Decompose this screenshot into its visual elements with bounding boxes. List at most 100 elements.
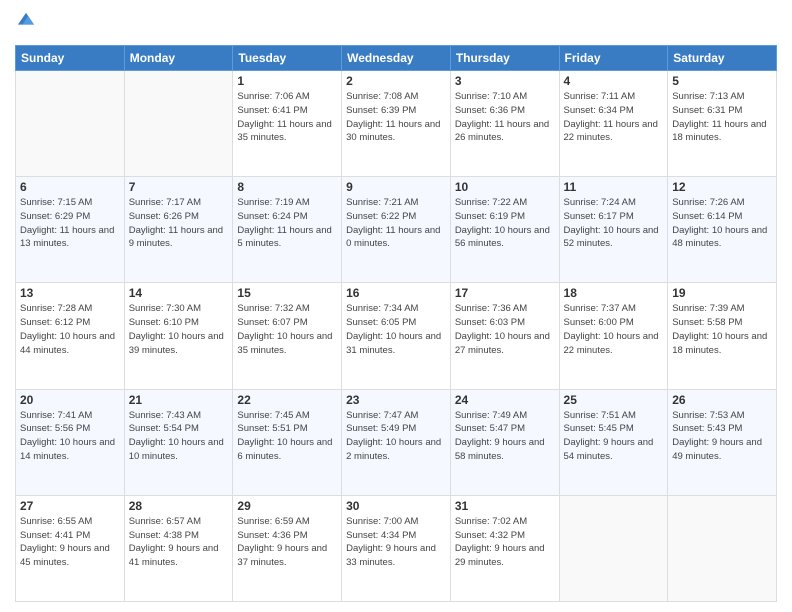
calendar-cell: 29 Sunrise: 6:59 AM Sunset: 4:36 PM Dayli… xyxy=(233,495,342,601)
day-number: 14 xyxy=(129,286,229,300)
day-number: 2 xyxy=(346,74,446,88)
day-number: 28 xyxy=(129,499,229,513)
day-number: 30 xyxy=(346,499,446,513)
day-number: 21 xyxy=(129,393,229,407)
day-info: Sunrise: 7:30 AM Sunset: 6:10 PM Dayligh… xyxy=(129,302,229,357)
day-info: Sunrise: 7:34 AM Sunset: 6:05 PM Dayligh… xyxy=(346,302,446,357)
day-number: 24 xyxy=(455,393,555,407)
logo-icon xyxy=(15,10,37,32)
day-info: Sunrise: 7:32 AM Sunset: 6:07 PM Dayligh… xyxy=(237,302,337,357)
day-info: Sunrise: 7:08 AM Sunset: 6:39 PM Dayligh… xyxy=(346,90,446,145)
day-info: Sunrise: 6:59 AM Sunset: 4:36 PM Dayligh… xyxy=(237,515,337,570)
day-number: 26 xyxy=(672,393,772,407)
day-info: Sunrise: 7:13 AM Sunset: 6:31 PM Dayligh… xyxy=(672,90,772,145)
day-header-tuesday: Tuesday xyxy=(233,46,342,71)
calendar-cell: 12 Sunrise: 7:26 AM Sunset: 6:14 PM Dayli… xyxy=(668,177,777,283)
header xyxy=(15,10,777,37)
day-number: 19 xyxy=(672,286,772,300)
day-info: Sunrise: 7:02 AM Sunset: 4:32 PM Dayligh… xyxy=(455,515,555,570)
calendar-cell: 14 Sunrise: 7:30 AM Sunset: 6:10 PM Dayli… xyxy=(124,283,233,389)
calendar-cell: 6 Sunrise: 7:15 AM Sunset: 6:29 PM Daylig… xyxy=(16,177,125,283)
page: SundayMondayTuesdayWednesdayThursdayFrid… xyxy=(0,0,792,612)
week-row-1: 1 Sunrise: 7:06 AM Sunset: 6:41 PM Daylig… xyxy=(16,71,777,177)
day-header-saturday: Saturday xyxy=(668,46,777,71)
day-number: 17 xyxy=(455,286,555,300)
day-number: 10 xyxy=(455,180,555,194)
calendar-cell xyxy=(559,495,668,601)
calendar-cell: 23 Sunrise: 7:47 AM Sunset: 5:49 PM Dayli… xyxy=(342,389,451,495)
calendar-cell: 13 Sunrise: 7:28 AM Sunset: 6:12 PM Dayli… xyxy=(16,283,125,389)
day-header-friday: Friday xyxy=(559,46,668,71)
calendar-cell: 16 Sunrise: 7:34 AM Sunset: 6:05 PM Dayli… xyxy=(342,283,451,389)
day-header-sunday: Sunday xyxy=(16,46,125,71)
calendar-cell: 21 Sunrise: 7:43 AM Sunset: 5:54 PM Dayli… xyxy=(124,389,233,495)
calendar-cell: 26Sunrise: 7:53 AM Sunset: 5:43 PM Dayli… xyxy=(668,389,777,495)
day-number: 29 xyxy=(237,499,337,513)
calendar-cell: 5 Sunrise: 7:13 AM Sunset: 6:31 PM Daylig… xyxy=(668,71,777,177)
calendar-cell: 7 Sunrise: 7:17 AM Sunset: 6:26 PM Daylig… xyxy=(124,177,233,283)
week-row-3: 13 Sunrise: 7:28 AM Sunset: 6:12 PM Dayli… xyxy=(16,283,777,389)
day-number: 13 xyxy=(20,286,120,300)
day-number: 20 xyxy=(20,393,120,407)
day-info: Sunrise: 7:24 AM Sunset: 6:17 PM Dayligh… xyxy=(564,196,664,251)
day-number: 8 xyxy=(237,180,337,194)
day-info: Sunrise: 7:28 AM Sunset: 6:12 PM Dayligh… xyxy=(20,302,120,357)
day-number: 6 xyxy=(20,180,120,194)
day-number: 22 xyxy=(237,393,337,407)
calendar-cell: 28Sunrise: 6:57 AM Sunset: 4:38 PM Dayli… xyxy=(124,495,233,601)
day-number: 16 xyxy=(346,286,446,300)
day-number: 7 xyxy=(129,180,229,194)
day-info: Sunrise: 7:49 AM Sunset: 5:47 PM Dayligh… xyxy=(455,409,555,464)
calendar-cell xyxy=(16,71,125,177)
calendar-cell xyxy=(668,495,777,601)
day-info: Sunrise: 7:00 AM Sunset: 4:34 PM Dayligh… xyxy=(346,515,446,570)
logo xyxy=(15,10,39,37)
calendar-cell: 8 Sunrise: 7:19 AM Sunset: 6:24 PM Daylig… xyxy=(233,177,342,283)
day-info: Sunrise: 7:36 AM Sunset: 6:03 PM Dayligh… xyxy=(455,302,555,357)
day-number: 18 xyxy=(564,286,664,300)
day-header-thursday: Thursday xyxy=(450,46,559,71)
calendar-cell: 18 Sunrise: 7:37 AM Sunset: 6:00 PM Dayli… xyxy=(559,283,668,389)
day-info: Sunrise: 7:19 AM Sunset: 6:24 PM Dayligh… xyxy=(237,196,337,251)
day-info: Sunrise: 7:06 AM Sunset: 6:41 PM Dayligh… xyxy=(237,90,337,145)
week-row-5: 27 Sunrise: 6:55 AM Sunset: 4:41 PM Dayli… xyxy=(16,495,777,601)
calendar-cell: 3 Sunrise: 7:10 AM Sunset: 6:36 PM Daylig… xyxy=(450,71,559,177)
day-header-wednesday: Wednesday xyxy=(342,46,451,71)
day-number: 23 xyxy=(346,393,446,407)
calendar-cell: 20 Sunrise: 7:41 AM Sunset: 5:56 PM Dayli… xyxy=(16,389,125,495)
day-number: 27 xyxy=(20,499,120,513)
calendar-cell: 4 Sunrise: 7:11 AM Sunset: 6:34 PM Daylig… xyxy=(559,71,668,177)
day-number: 5 xyxy=(672,74,772,88)
calendar-cell: 1 Sunrise: 7:06 AM Sunset: 6:41 PM Daylig… xyxy=(233,71,342,177)
day-number: 12 xyxy=(672,180,772,194)
calendar-cell: 9 Sunrise: 7:21 AM Sunset: 6:22 PM Daylig… xyxy=(342,177,451,283)
day-info: Sunrise: 7:45 AM Sunset: 5:51 PM Dayligh… xyxy=(237,409,337,464)
day-info: Sunrise: 7:26 AM Sunset: 6:14 PM Dayligh… xyxy=(672,196,772,251)
day-number: 25 xyxy=(564,393,664,407)
week-row-4: 20 Sunrise: 7:41 AM Sunset: 5:56 PM Dayli… xyxy=(16,389,777,495)
day-number: 15 xyxy=(237,286,337,300)
day-info: Sunrise: 7:21 AM Sunset: 6:22 PM Dayligh… xyxy=(346,196,446,251)
day-info: Sunrise: 7:17 AM Sunset: 6:26 PM Dayligh… xyxy=(129,196,229,251)
day-number: 4 xyxy=(564,74,664,88)
calendar-cell: 17 Sunrise: 7:36 AM Sunset: 6:03 PM Dayli… xyxy=(450,283,559,389)
calendar-cell: 2 Sunrise: 7:08 AM Sunset: 6:39 PM Daylig… xyxy=(342,71,451,177)
day-info: Sunrise: 7:37 AM Sunset: 6:00 PM Dayligh… xyxy=(564,302,664,357)
day-number: 9 xyxy=(346,180,446,194)
calendar-cell: 25Sunrise: 7:51 AM Sunset: 5:45 PM Dayli… xyxy=(559,389,668,495)
day-number: 3 xyxy=(455,74,555,88)
calendar-cell: 31 Sunrise: 7:02 AM Sunset: 4:32 PM Dayli… xyxy=(450,495,559,601)
day-info: Sunrise: 7:41 AM Sunset: 5:56 PM Dayligh… xyxy=(20,409,120,464)
day-info: Sunrise: 7:10 AM Sunset: 6:36 PM Dayligh… xyxy=(455,90,555,145)
week-row-2: 6 Sunrise: 7:15 AM Sunset: 6:29 PM Daylig… xyxy=(16,177,777,283)
day-info: Sunrise: 6:55 AM Sunset: 4:41 PM Dayligh… xyxy=(20,515,120,570)
day-info: Sunrise: 7:11 AM Sunset: 6:34 PM Dayligh… xyxy=(564,90,664,145)
day-info: Sunrise: 7:43 AM Sunset: 5:54 PM Dayligh… xyxy=(129,409,229,464)
day-info: Sunrise: 7:47 AM Sunset: 5:49 PM Dayligh… xyxy=(346,409,446,464)
calendar-cell: 24 Sunrise: 7:49 AM Sunset: 5:47 PM Dayli… xyxy=(450,389,559,495)
day-number: 31 xyxy=(455,499,555,513)
day-info: Sunrise: 7:15 AM Sunset: 6:29 PM Dayligh… xyxy=(20,196,120,251)
calendar-table: SundayMondayTuesdayWednesdayThursdayFrid… xyxy=(15,45,777,602)
day-info: Sunrise: 7:39 AM Sunset: 5:58 PM Dayligh… xyxy=(672,302,772,357)
day-number: 1 xyxy=(237,74,337,88)
